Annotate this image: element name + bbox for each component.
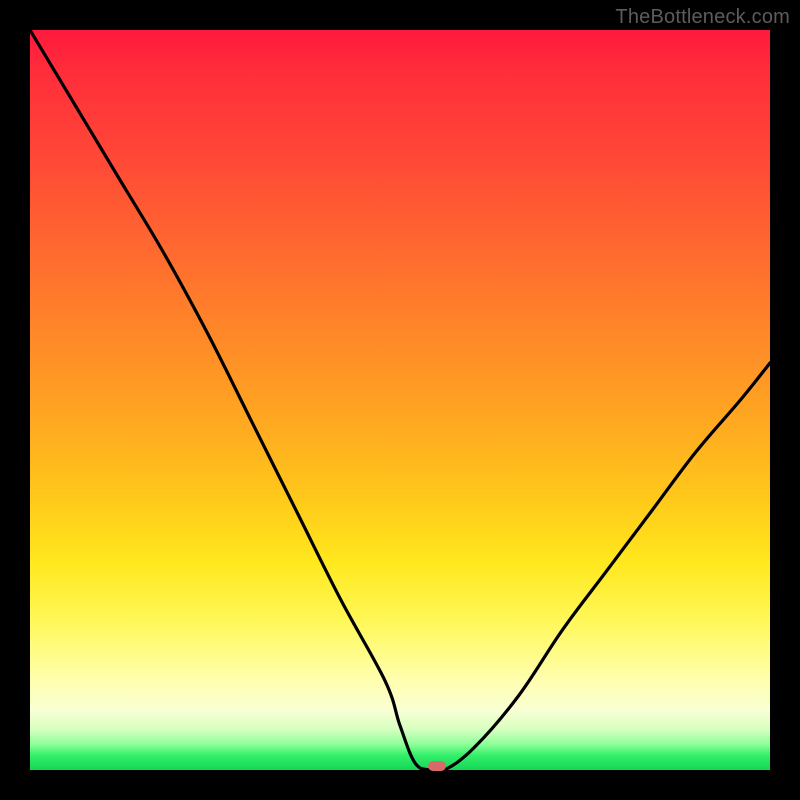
optimum-marker [428, 761, 446, 771]
watermark-text: TheBottleneck.com [615, 6, 790, 29]
chart-frame: TheBottleneck.com [0, 0, 800, 800]
bottleneck-curve [30, 30, 770, 770]
plot-area [30, 30, 770, 770]
